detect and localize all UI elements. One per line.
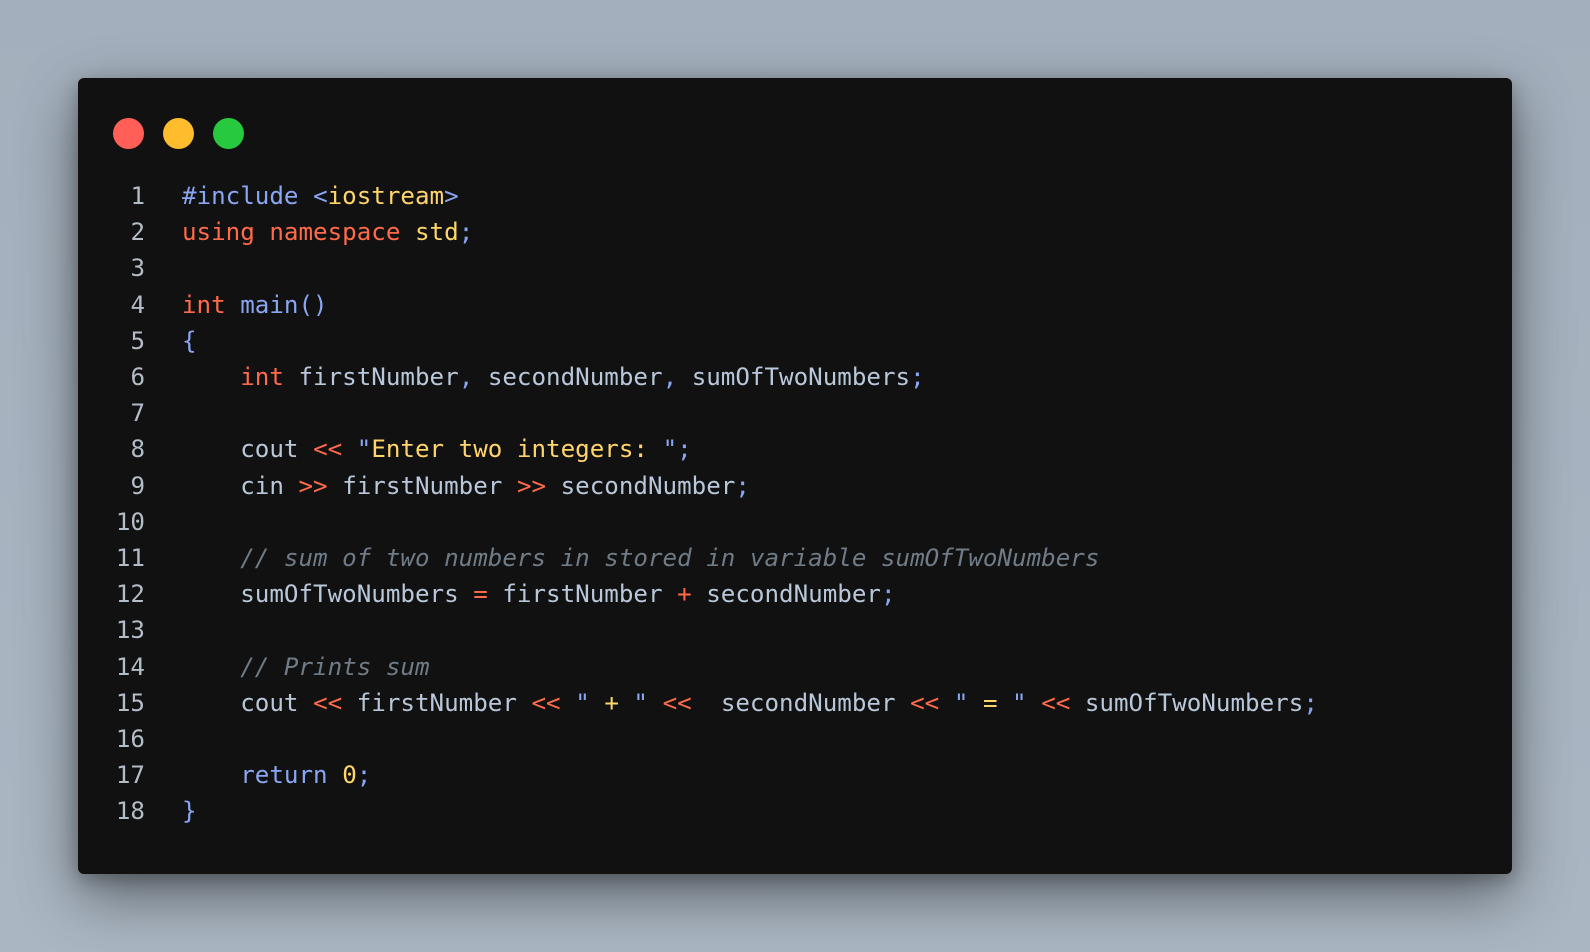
- line-source: int main(): [182, 287, 328, 323]
- line-number: 1: [130, 182, 145, 210]
- line-source: int firstNumber, secondNumber, sumOfTwoN…: [182, 359, 925, 395]
- code-token: firstNumber: [356, 688, 532, 717]
- code-token: 0: [342, 761, 357, 790]
- code-token: {: [182, 326, 197, 355]
- code-token: secondNumber: [560, 471, 736, 500]
- line-source: // Prints sum: [182, 649, 430, 685]
- code-token: // sum of two numbers in stored in varia…: [182, 544, 1100, 572]
- line-number: 13: [115, 616, 145, 645]
- line-number: 2: [130, 218, 145, 247]
- line-number: 3: [130, 254, 145, 283]
- code-token: }: [182, 797, 197, 826]
- line-number: 17: [115, 761, 145, 790]
- line-number: 15: [115, 688, 145, 717]
- code-window: 1 #include <iostream> 2 using namespace std…: [78, 78, 1512, 874]
- code-token: using: [182, 218, 270, 247]
- code-token: sumOfTwoNumbers: [691, 363, 911, 391]
- line-number: 11: [115, 544, 145, 572]
- code-token: ": [575, 688, 605, 717]
- line-number: 6: [130, 363, 145, 391]
- maximize-button[interactable]: [213, 118, 244, 149]
- line-source: sumOfTwoNumbers = firstNumber + secondNu…: [182, 576, 896, 612]
- code-token: <<: [1041, 688, 1085, 717]
- code-token: ,: [662, 363, 692, 391]
- code-token: ": [618, 688, 663, 717]
- code-token: <<: [313, 435, 357, 464]
- code-token: (): [298, 290, 328, 319]
- code-token: Enter two integers:: [371, 435, 663, 464]
- code-token: <<: [910, 688, 954, 717]
- line-number: 7: [130, 399, 145, 428]
- code-token: <: [313, 182, 328, 210]
- line-source: return 0;: [182, 757, 371, 793]
- code-token: firstNumber: [502, 580, 678, 609]
- code-token: cout: [182, 435, 314, 464]
- code-token: ;: [910, 363, 925, 391]
- line-source: cout << firstNumber << " + " << secondNu…: [182, 685, 1318, 721]
- code-token: <<: [662, 688, 721, 717]
- code-token: ;: [677, 435, 692, 464]
- code-token: >>: [516, 471, 561, 500]
- code-token: std: [415, 218, 459, 247]
- code-token: ;: [735, 471, 750, 500]
- code-token: +: [677, 580, 707, 609]
- code-token: sumOfTwoNumbers: [182, 580, 474, 609]
- code-token: cin: [182, 471, 299, 500]
- line-source: cout << "Enter two integers: ";: [182, 431, 692, 467]
- code-token: firstNumber: [342, 471, 517, 500]
- code-token: ;: [1303, 688, 1318, 717]
- line-source: using namespace std;: [182, 214, 473, 250]
- code-token: >>: [298, 471, 343, 500]
- code-token: ,: [458, 363, 488, 391]
- line-source: cin >> firstNumber >> secondNumber;: [182, 468, 750, 504]
- code-token: // Prints sum: [182, 652, 430, 681]
- line-number: 4: [130, 290, 145, 319]
- code-token: cout: [182, 688, 314, 717]
- code-token: =: [982, 688, 998, 717]
- code-token: ;: [458, 218, 474, 247]
- line-number: 18: [115, 797, 145, 826]
- code-token: firstNumber: [298, 363, 459, 391]
- line-source: // sum of two numbers in stored in varia…: [182, 540, 1099, 576]
- code-token: ": [953, 688, 983, 717]
- line-number: 16: [115, 725, 145, 753]
- line-number: 14: [115, 652, 145, 681]
- line-number: 9: [130, 471, 145, 500]
- code-token: return: [182, 761, 343, 790]
- line-number: 10: [115, 507, 145, 536]
- code-token: secondNumber: [487, 363, 663, 391]
- code-token: secondNumber: [720, 688, 911, 717]
- line-number: 12: [115, 580, 145, 609]
- code-token: +: [604, 688, 619, 717]
- line-source: {: [182, 323, 197, 359]
- code-token: namespace: [269, 218, 415, 247]
- code-token: ;: [356, 761, 372, 790]
- code-token: =: [473, 580, 503, 609]
- code-token: ": [662, 435, 678, 464]
- code-token: iostream: [327, 182, 445, 210]
- minimize-button[interactable]: [163, 118, 194, 149]
- code-token: >: [444, 182, 459, 210]
- code-token: ": [356, 435, 372, 464]
- line-number: 8: [130, 435, 145, 464]
- code-token: ;: [881, 580, 896, 609]
- line-source: }: [182, 793, 197, 829]
- code-token: ": [997, 688, 1042, 717]
- line-number: 5: [130, 326, 145, 355]
- close-button[interactable]: [113, 118, 144, 149]
- code-token: <<: [531, 688, 576, 717]
- code-token: secondNumber: [706, 580, 881, 609]
- code-token: sumOfTwoNumbers: [1084, 688, 1304, 717]
- code-token: int: [182, 290, 241, 319]
- code-token: <<: [313, 688, 357, 717]
- code-token: int: [182, 363, 299, 391]
- code-token: main: [240, 290, 299, 319]
- line-source: #include <iostream>: [182, 178, 459, 214]
- code-token: #include: [182, 182, 314, 210]
